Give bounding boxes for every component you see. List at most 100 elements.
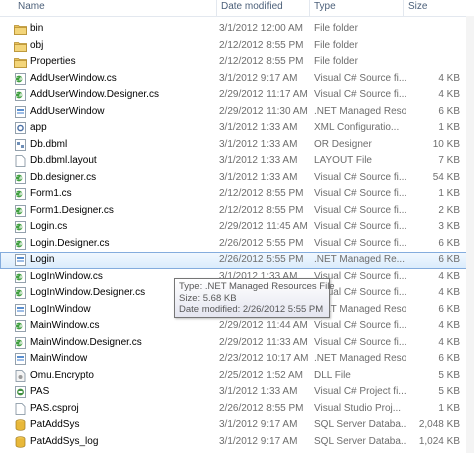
file-size: 3 KB	[438, 221, 460, 232]
column-header-name[interactable]: Name	[14, 0, 217, 16]
file-row[interactable]: C# Login.Designer.cs 2/26/2012 5:55 PM Visu…	[0, 236, 474, 253]
file-size: 2 KB	[438, 204, 460, 216]
file-size: 6 KB	[438, 254, 460, 265]
file-date-modified: 3/1/2012 9:17 AM	[219, 419, 298, 430]
file-date-modified: 2/12/2012 8:55 PM	[219, 56, 304, 67]
file-row[interactable]: PatAddSys_log 3/1/2012 9:17 AM SQL Server …	[0, 434, 474, 451]
file-type: SQL Server Databa...	[314, 419, 406, 430]
file-size: 1 KB	[438, 402, 460, 414]
file-type: DLL File	[314, 369, 351, 381]
csharp-file-icon: C#	[14, 188, 27, 200]
file-row[interactable]: C# Db.designer.cs 3/1/2012 1:33 AM Visual C…	[0, 170, 474, 187]
file-date-modified: 3/1/2012 1:33 AM	[219, 386, 298, 397]
file-row[interactable]: Login 2/26/2012 5:55 PM .NET Managed Re...…	[0, 252, 474, 269]
file-row[interactable]: C# MainWindow.Designer.cs 2/29/2012 11:33 …	[0, 335, 474, 352]
file-row[interactable]: C# Form1.cs 2/12/2012 8:55 PM Visual C# Sou…	[0, 186, 474, 203]
file-type: .NET Managed Re...	[314, 254, 405, 265]
file-size: 6 KB	[438, 237, 460, 249]
file-row[interactable]: Omu.Encrypto 2/25/2012 1:52 AM DLL File 5 K…	[0, 368, 474, 385]
file-name: bin	[30, 23, 44, 34]
generic-file-icon	[14, 155, 27, 167]
file-date-modified: 3/1/2012 1:33 AM	[219, 155, 298, 166]
database-file-icon	[14, 419, 27, 431]
file-size: 5 KB	[438, 386, 460, 397]
dbml-file-icon	[14, 138, 27, 151]
resx-file-icon	[14, 303, 27, 316]
file-name: Login.Designer.cs	[30, 237, 110, 249]
folder-icon	[14, 23, 27, 35]
folder-icon	[14, 56, 27, 68]
file-date-modified: 2/29/2012 11:33 AM	[219, 336, 308, 348]
file-row[interactable]: C# AddUserWindow.Designer.cs 2/29/2012 11:…	[0, 87, 474, 104]
file-name: AddUserWindow.cs	[30, 72, 117, 84]
column-header-date-modified[interactable]: Date modified	[217, 0, 310, 16]
file-date-modified: 2/12/2012 8:55 PM	[219, 39, 304, 51]
file-row[interactable]: PAS 3/1/2012 1:33 AM Visual C# Project fi.…	[0, 384, 474, 401]
file-row[interactable]: C# Login.cs 2/29/2012 11:45 AM Visual C# So…	[0, 219, 474, 236]
file-row[interactable]: bin 3/1/2012 12:00 AM File folder	[0, 21, 474, 38]
file-size: 4 KB	[438, 336, 460, 348]
file-type: Visual C# Source fi...	[314, 204, 406, 216]
file-row[interactable]: obj 2/12/2012 8:55 PM File folder	[0, 38, 474, 55]
file-name: PAS.csproj	[30, 402, 79, 414]
file-row[interactable]: PAS.csproj 2/26/2012 8:55 PM Visual Studio…	[0, 401, 474, 418]
file-row[interactable]: MainWindow 2/23/2012 10:17 AM .NET Managed…	[0, 351, 474, 368]
file-size: 2,048 KB	[418, 419, 460, 430]
file-row[interactable]: AddUserWindow 2/29/2012 11:30 AM .NET Mana…	[0, 104, 474, 121]
file-row[interactable]: app 3/1/2012 1:33 AM XML Configuratio... 1 …	[0, 120, 474, 137]
file-size: 6 KB	[438, 303, 460, 315]
file-type: Visual C# Source fi...	[314, 237, 406, 249]
file-date-modified: 2/12/2012 8:55 PM	[219, 188, 304, 199]
csharp-file-icon: C#	[14, 270, 27, 283]
file-row[interactable]: Properties 2/12/2012 8:55 PM File folder	[0, 54, 474, 71]
file-row[interactable]: C# Form1.Designer.cs 2/12/2012 8:55 PM Visu…	[0, 203, 474, 220]
file-name: Omu.Encrypto	[30, 369, 94, 381]
file-type: Visual C# Source fi...	[314, 221, 406, 232]
file-size: 1 KB	[438, 188, 460, 199]
file-type: Visual C# Source fi...	[314, 72, 406, 84]
file-date-modified: 3/1/2012 1:33 AM	[219, 171, 298, 183]
file-row[interactable]: C# MainWindow.cs 2/29/2012 11:44 AM Visual …	[0, 318, 474, 335]
config-file-icon	[14, 122, 27, 134]
csharp-file-icon: C#	[14, 287, 27, 299]
file-row[interactable]: Db.dbml 3/1/2012 1:33 AM OR Designer 10 KB	[0, 137, 474, 154]
file-type: Visual C# Source fi...	[314, 188, 406, 199]
file-row[interactable]: PatAddSys 3/1/2012 9:17 AM SQL Server Data…	[0, 417, 474, 434]
file-date-modified: 2/29/2012 11:45 AM	[219, 221, 308, 232]
file-name: PAS	[30, 386, 50, 397]
file-size: 10 KB	[432, 138, 460, 150]
file-tooltip: Type: .NET Managed Resources File Size: …	[174, 278, 335, 318]
file-size: 1,024 KB	[418, 435, 460, 447]
file-name: Properties	[30, 56, 76, 67]
vertical-scrollbar[interactable]	[466, 16, 474, 453]
file-date-modified: 2/26/2012 5:55 PM	[219, 237, 304, 249]
column-header-size[interactable]: Size	[404, 0, 466, 16]
file-type: XML Configuratio...	[314, 122, 400, 133]
file-date-modified: 2/29/2012 11:44 AM	[219, 320, 308, 331]
database-file-icon	[14, 435, 27, 448]
csharp-file-icon: C#	[14, 237, 27, 250]
file-date-modified: 3/1/2012 9:17 AM	[219, 435, 298, 447]
file-row[interactable]: C# AddUserWindow.cs 3/1/2012 9:17 AM Visual…	[0, 71, 474, 88]
file-date-modified: 2/29/2012 11:17 AM	[219, 89, 308, 100]
csharp-file-icon: C#	[14, 72, 27, 85]
file-type: OR Designer	[314, 138, 372, 150]
file-size: 4 KB	[438, 287, 460, 298]
file-date-modified: 2/26/2012 8:55 PM	[219, 402, 304, 414]
tooltip-size: Size: 5.68 KB	[179, 292, 237, 304]
file-name: AddUserWindow.Designer.cs	[30, 89, 159, 100]
svg-text:C#: C#	[15, 242, 23, 248]
file-name: Db.designer.cs	[30, 171, 97, 183]
svg-text:C#: C#	[15, 93, 23, 99]
file-type: File folder	[314, 23, 358, 34]
file-date-modified: 3/1/2012 1:33 AM	[219, 122, 298, 133]
file-name: Login	[30, 254, 55, 265]
file-name: MainWindow.Designer.cs	[30, 336, 142, 348]
file-name: AddUserWindow	[30, 105, 105, 117]
file-type: File folder	[314, 39, 358, 51]
column-header-type[interactable]: Type	[310, 0, 404, 16]
file-type: Visual C# Project fi...	[314, 386, 406, 397]
file-size: 7 KB	[438, 155, 460, 166]
file-row[interactable]: Db.dbml.layout 3/1/2012 1:33 AM LAYOUT Fil…	[0, 153, 474, 170]
file-type: Visual C# Source fi...	[314, 336, 406, 348]
